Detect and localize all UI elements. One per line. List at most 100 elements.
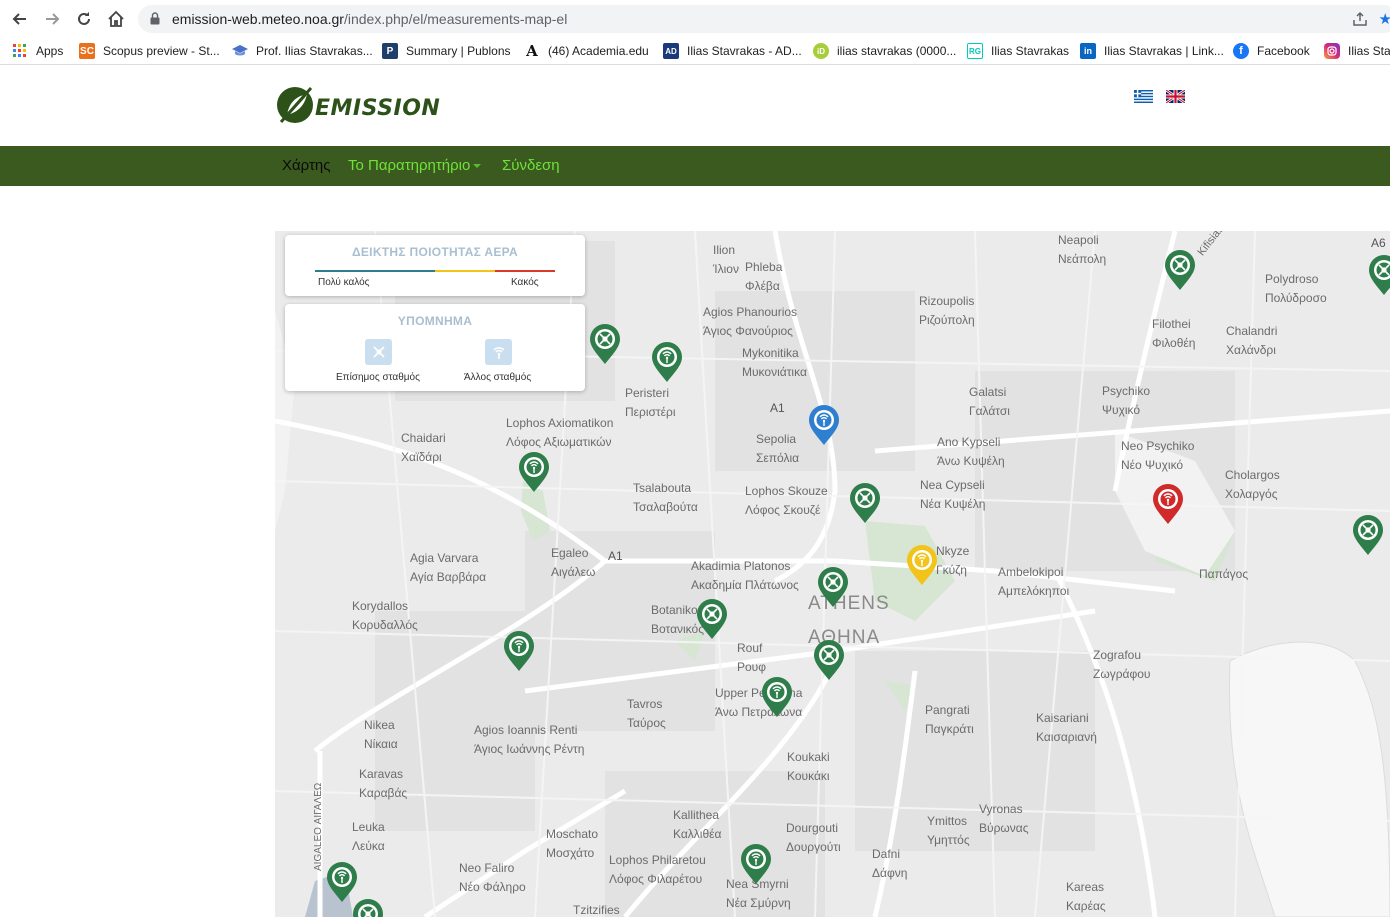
official-station-legend-icon (365, 339, 392, 365)
aqi-label-very-good: Πολύ καλός (318, 277, 370, 288)
place-ambelokipoi: Ambelokipoi Αμπελόκηποι (998, 565, 1070, 598)
place-vyronas: Vyronas Βύρωνας (979, 802, 1029, 835)
place-kareas: Kareas Καρέας (1066, 880, 1106, 913)
bookmark-linkedin[interactable]: in Ilias Stavrakas | Link... (1080, 42, 1224, 60)
bookmark-academia[interactable]: A (46) Academia.edu (524, 42, 649, 60)
place-agia-varvara: Agia Varvara Αγία Βαρβάρα (410, 551, 487, 584)
place-ilion: Ilion Ίλιον (713, 243, 739, 276)
publons-icon: P (382, 43, 398, 59)
academia-icon: A (526, 42, 538, 60)
nav-login[interactable]: Σύνδεση (502, 157, 560, 174)
other-station-marker-blue[interactable] (807, 404, 841, 446)
bookmark-instagram[interactable]: Ilias Stav (1324, 42, 1390, 60)
official-station-marker[interactable] (1163, 249, 1197, 291)
place-dafni: Dafni Δάφνη (872, 847, 908, 880)
home-icon[interactable] (103, 6, 129, 32)
nav-map[interactable]: Χάρτης (282, 157, 331, 174)
road-aigaleo: AIGALEO ΑΙΓΑΛΕΩ (313, 782, 324, 871)
legend-title: ΥΠΟΜΝΗΜΑ (397, 314, 473, 328)
air-quality-index-panel: ΔΕΙΚΤΗΣ ΠΟΙΟΤΗΤΑΣ ΑΕΡΑ Πολύ καλός Κακός (285, 235, 585, 296)
emission-logo[interactable]: EMISSION (275, 84, 440, 126)
place-lophos-skouze: Lophos Skouze Λόφος Σκουζέ (745, 484, 828, 517)
aqi-label-bad: Κακός (511, 277, 539, 288)
place-neapoli: Neapoli Νεάπολη (1058, 233, 1107, 266)
other-station-marker[interactable] (650, 341, 684, 383)
bookmark-star-icon[interactable]: ★ (1379, 10, 1390, 28)
place-chalandri: Chalandri Χαλάνδρι (1226, 324, 1278, 357)
official-station-marker[interactable] (588, 323, 622, 365)
share-icon[interactable] (1352, 11, 1368, 32)
legend-panel: ΥΠΟΜΝΗΜΑ Επίσημος σταθμός Άλλος σταθμός (285, 304, 585, 391)
browser-toolbar: emission-web.meteo.noa.gr/index.php/el/m… (0, 0, 1390, 37)
bookmark-scopus[interactable]: SC Scopus preview - St... (79, 42, 220, 60)
place-lophos-axiomatikon: Lophos Axiomatikon Λόφος Αξιωματικών (506, 416, 614, 449)
reload-icon[interactable] (71, 6, 97, 32)
official-station-marker[interactable] (1367, 254, 1390, 296)
official-station-marker[interactable] (816, 566, 850, 608)
forward-arrow-icon[interactable] (39, 6, 65, 32)
place-koukaki: Koukaki Κουκάκι (787, 750, 830, 783)
bookmark-researchgate[interactable]: RG Ilias Stavrakas (967, 42, 1069, 60)
bookmark-label: Ilias Stavrakas | Link... (1104, 44, 1224, 58)
other-station-marker[interactable] (502, 630, 536, 672)
road-a6: A6 (1371, 236, 1386, 250)
other-station-marker[interactable] (760, 676, 794, 718)
researchgate-icon: RG (967, 43, 983, 59)
place-papagos: Παπάγος (1199, 567, 1249, 581)
official-station-marker[interactable] (695, 598, 729, 640)
facebook-icon: f (1233, 43, 1249, 59)
address-bar[interactable]: emission-web.meteo.noa.gr/index.php/el/m… (138, 5, 1390, 33)
instagram-icon (1324, 43, 1340, 59)
bookmark-orcid[interactable]: iD ilias stavrakas (0000... (813, 42, 956, 60)
orcid-icon: iD (813, 43, 829, 59)
place-lophos-philaretou: Lophos Philaretou Λόφος Φιλαρέτου (609, 853, 706, 886)
bookmark-label: Apps (36, 44, 64, 58)
greek-flag-icon[interactable] (1134, 90, 1153, 103)
place-dourgouti: Dourgouti Δουργούτι (786, 821, 841, 854)
place-mykonitika: Mykonitika Μυκονιάτικα (742, 346, 807, 379)
place-kallithea: Kallithea Καλλιθέα (673, 808, 722, 841)
apps-grid-icon (12, 43, 28, 59)
place-rouf: Rouf Ρουφ (737, 641, 767, 674)
other-station-marker[interactable] (739, 843, 773, 885)
bookmark-publons[interactable]: P Summary | Publons (382, 42, 511, 60)
other-station-marker[interactable] (517, 451, 551, 493)
place-nikea: Nikea Νίκαια (364, 718, 398, 751)
place-agios-ioannis-renti: Agios Ioannis Renti Άγιος Ιωάννης Ρέντη (474, 723, 585, 756)
official-station-marker[interactable] (1351, 514, 1385, 556)
place-zografou: Zografou Ζωγράφου (1093, 648, 1151, 681)
place-peristeri: Peristeri Περιστέρι (625, 386, 676, 419)
bookmark-facebook[interactable]: f Facebook (1233, 42, 1310, 60)
uk-flag-icon[interactable] (1165, 88, 1186, 105)
road-a1-west: A1 (608, 549, 623, 563)
other-station-marker-yellow[interactable] (905, 544, 939, 586)
other-station-marker[interactable] (325, 861, 359, 903)
bookmark-ad-index[interactable]: AD Ilias Stavrakas - AD... (663, 42, 802, 60)
legend-other-label: Άλλος σταθμός (464, 372, 532, 383)
bookmark-label: Ilias Stavrakas - AD... (687, 44, 802, 58)
bookmark-label: Prof. Ilias Stavrakas... (256, 44, 373, 58)
official-station-marker[interactable] (812, 639, 846, 681)
bookmark-label: Scopus preview - St... (103, 44, 220, 58)
place-pangrati: Pangrati Παγκράτι (925, 703, 974, 736)
place-karavas: Karavas Καραβάς (359, 767, 408, 800)
place-agios-phanourios: Agios Phanourios Άγιος Φανούριος (703, 305, 798, 338)
place-nkyze: Nkyze Γκύζη (936, 544, 970, 577)
place-filothei: Filothei Φιλοθέη (1152, 317, 1196, 350)
bookmark-prof-page[interactable]: Prof. Ilias Stavrakas... (232, 42, 373, 60)
place-moschato: Moschato Μοσχάτο (546, 827, 599, 860)
caret-down-icon (473, 164, 482, 169)
lock-icon (150, 12, 160, 30)
official-station-marker[interactable] (848, 482, 882, 524)
back-arrow-icon[interactable] (7, 6, 33, 32)
place-rizoupolis: Rizoupolis Ριζούπολη (919, 294, 975, 327)
aqi-bar-bad (495, 270, 555, 272)
site-header: EMISSION (0, 66, 1390, 146)
other-station-marker-red[interactable] (1151, 483, 1185, 525)
nav-observatory-label: Το Παρατηρητήριο (348, 157, 471, 174)
place-tsalabouta: Tsalabouta Τσαλαβούτα (633, 481, 698, 514)
nav-observatory-dropdown[interactable]: Το Παρατηρητήριο (348, 157, 482, 174)
place-neo-psychiko: Neo Psychiko Νέο Ψυχικό (1121, 439, 1195, 472)
place-tavros: Tavros Ταύρος (627, 697, 666, 730)
bookmark-apps[interactable]: Apps (12, 42, 63, 60)
